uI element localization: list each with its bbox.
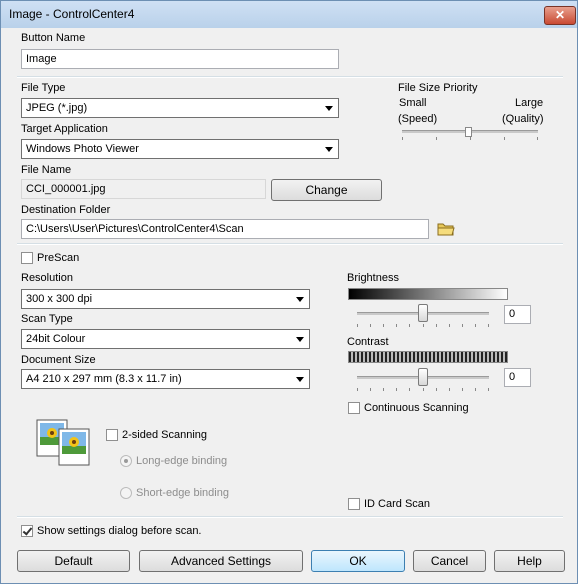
title-bar[interactable]: Image - ControlCenter4 ✕ xyxy=(1,1,577,28)
button-name-label: Button Name xyxy=(21,32,86,44)
show-settings-checkbox[interactable] xyxy=(21,525,33,537)
ok-button[interactable]: OK xyxy=(311,550,405,572)
small-label: Small xyxy=(399,97,427,109)
brightness-slider[interactable] xyxy=(353,303,493,327)
brightness-label: Brightness xyxy=(347,272,399,284)
continuous-scanning-label: Continuous Scanning xyxy=(364,402,469,414)
contrast-pattern xyxy=(348,351,508,363)
long-edge-binding-label: Long-edge binding xyxy=(136,455,228,467)
file-type-value: JPEG (*.jpg) xyxy=(26,102,88,114)
file-size-priority-label: File Size Priority xyxy=(398,82,478,94)
target-application-label: Target Application xyxy=(21,123,108,135)
file-type-select[interactable]: JPEG (*.jpg) xyxy=(21,98,339,118)
brightness-thumb[interactable] xyxy=(418,304,428,322)
chevron-down-icon xyxy=(296,337,304,342)
destination-folder-input[interactable]: C:\Users\User\Pictures\ControlCenter4\Sc… xyxy=(21,219,429,239)
separator xyxy=(17,76,563,78)
contrast-thumb[interactable] xyxy=(418,368,428,386)
advanced-settings-button[interactable]: Advanced Settings xyxy=(139,550,303,572)
contrast-slider[interactable] xyxy=(353,367,493,391)
file-size-slider[interactable] xyxy=(398,125,543,145)
file-type-label: File Type xyxy=(21,82,66,94)
short-edge-binding-label: Short-edge binding xyxy=(136,487,229,499)
prescan-label: PreScan xyxy=(37,252,80,264)
scan-type-select[interactable]: 24bit Colour xyxy=(21,329,310,349)
continuous-scanning-checkbox[interactable] xyxy=(348,402,360,414)
close-button[interactable]: ✕ xyxy=(544,6,576,25)
cancel-button[interactable]: Cancel xyxy=(413,550,486,572)
chevron-down-icon xyxy=(296,377,304,382)
show-settings-label: Show settings dialog before scan. xyxy=(37,525,202,537)
document-size-value: A4 210 x 297 mm (8.3 x 11.7 in) xyxy=(26,373,182,385)
resolution-label: Resolution xyxy=(21,272,73,284)
scan-type-value: 24bit Colour xyxy=(26,333,86,345)
short-edge-binding-radio[interactable] xyxy=(120,487,132,499)
file-name-label: File Name xyxy=(21,164,72,176)
prescan-checkbox[interactable] xyxy=(21,252,33,264)
dialog-window: Image - ControlCenter4 ✕ Button Name Ima… xyxy=(0,0,578,584)
id-card-scan-checkbox[interactable] xyxy=(348,498,360,510)
file-name-field: CCI_000001.jpg xyxy=(21,179,266,199)
contrast-ticks xyxy=(357,388,489,391)
button-name-input[interactable]: Image xyxy=(21,49,339,69)
separator xyxy=(17,516,563,518)
brightness-ticks xyxy=(357,324,489,327)
document-size-select[interactable]: A4 210 x 297 mm (8.3 x 11.7 in) xyxy=(21,369,310,389)
long-edge-binding-radio[interactable] xyxy=(120,455,132,467)
separator xyxy=(17,243,563,245)
speed-label: (Speed) xyxy=(398,113,438,125)
duplex-photos-icon xyxy=(36,419,92,467)
document-size-label: Document Size xyxy=(21,354,96,366)
resolution-value: 300 x 300 dpi xyxy=(26,293,93,305)
change-button[interactable]: Change xyxy=(271,179,382,201)
scan-type-label: Scan Type xyxy=(21,313,73,325)
file-size-thumb[interactable] xyxy=(465,127,472,137)
help-button[interactable]: Help xyxy=(494,550,565,572)
destination-folder-label: Destination Folder xyxy=(21,204,111,216)
resolution-select[interactable]: 300 x 300 dpi xyxy=(21,289,310,309)
folder-icon[interactable] xyxy=(437,222,455,236)
brightness-gradient xyxy=(348,288,508,300)
two-sided-scanning-checkbox[interactable] xyxy=(106,429,118,441)
file-size-ticks xyxy=(402,137,538,140)
window-title: Image - ControlCenter4 xyxy=(9,7,135,21)
brightness-value-input[interactable]: 0 xyxy=(504,305,531,324)
contrast-value-input[interactable]: 0 xyxy=(504,368,531,387)
contrast-label: Contrast xyxy=(347,336,389,348)
id-card-scan-label: ID Card Scan xyxy=(364,498,431,510)
target-application-value: Windows Photo Viewer xyxy=(26,143,139,155)
default-button[interactable]: Default xyxy=(17,550,130,572)
chevron-down-icon xyxy=(296,297,304,302)
two-sided-scanning-label: 2-sided Scanning xyxy=(122,429,208,441)
chevron-down-icon xyxy=(325,147,333,152)
quality-label: (Quality) xyxy=(502,113,544,125)
target-application-select[interactable]: Windows Photo Viewer xyxy=(21,139,339,159)
large-label: Large xyxy=(515,97,544,109)
chevron-down-icon xyxy=(325,106,333,111)
